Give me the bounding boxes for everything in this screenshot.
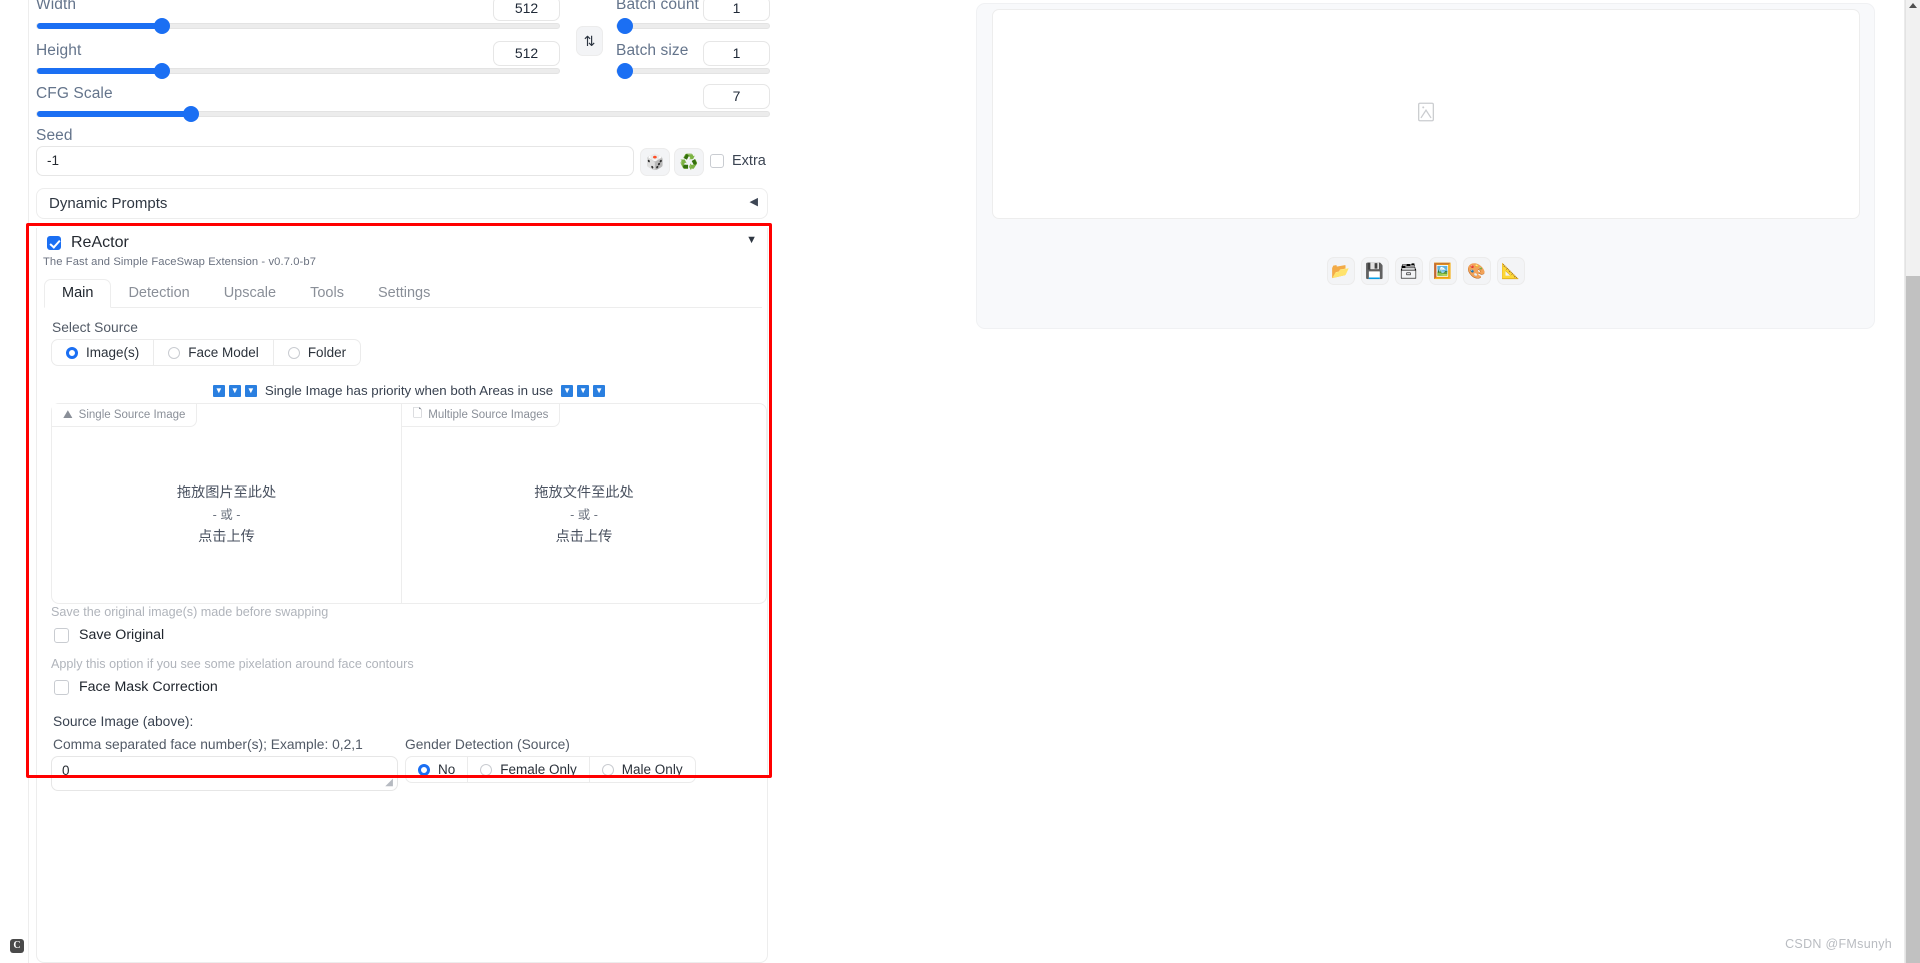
- output-preview-panel: 📂 💾 🗃 🖼️ 🎨 📐: [976, 3, 1875, 329]
- cfg-scale-knob[interactable]: [182, 106, 199, 122]
- corner-badge: C: [10, 939, 24, 953]
- scroll-up-arrow-icon[interactable]: [1909, 3, 1917, 8]
- batch-count-value-input[interactable]: 1: [703, 0, 770, 21]
- batch-count-label: Batch count: [616, 0, 699, 13]
- extra-checkbox-row[interactable]: Extra: [710, 153, 766, 169]
- package-icon: 🗃: [1398, 263, 1419, 280]
- watermark-text: CSDN @FMsunyh: [1785, 937, 1892, 951]
- zip-button[interactable]: 🗃: [1394, 257, 1423, 285]
- height-label: Height: [36, 42, 82, 59]
- height-slider-fill: [37, 68, 163, 74]
- cfg-scale-value-input[interactable]: 7: [703, 84, 770, 109]
- reuse-seed-button[interactable]: ♻️: [674, 148, 704, 176]
- cfg-scale-track[interactable]: [36, 106, 770, 122]
- send-to-img2img-button[interactable]: 🖼️: [1428, 257, 1457, 285]
- height-slider-track[interactable]: [36, 63, 560, 79]
- image-placeholder-icon: [1415, 101, 1437, 128]
- right-output-column: 📂 💾 🗃 🖼️ 🎨 📐: [955, 0, 1900, 963]
- output-image-gallery[interactable]: [992, 9, 1860, 219]
- seed-label: Seed: [36, 127, 73, 144]
- seed-input[interactable]: -1: [36, 146, 634, 176]
- resize-grip-icon[interactable]: ◢: [385, 777, 393, 788]
- batch-size-value-input[interactable]: 1: [703, 41, 770, 66]
- width-value-input[interactable]: 512: [493, 0, 560, 21]
- seed-block: Seed: [36, 127, 73, 145]
- chevron-left-icon[interactable]: ◀: [750, 195, 758, 208]
- send-to-extras-icon: 📐: [1501, 263, 1520, 280]
- cfg-scale-fill: [37, 111, 191, 117]
- output-toolbar: 📂 💾 🗃 🖼️ 🎨 📐: [977, 257, 1874, 285]
- height-slider-knob[interactable]: [154, 63, 171, 79]
- send-to-extras-button[interactable]: 📐: [1496, 257, 1525, 285]
- width-slider-track[interactable]: [36, 18, 560, 34]
- dice-icon: 🎲: [645, 154, 665, 171]
- save-floppy-icon: 💾: [1365, 263, 1384, 280]
- cfg-scale-block: CFG Scale: [36, 85, 776, 103]
- swap-dimensions-button[interactable]: ⇅: [576, 26, 603, 56]
- extra-checkbox[interactable]: [710, 154, 724, 168]
- batch-count-track[interactable]: [616, 18, 770, 34]
- save-button[interactable]: 💾: [1360, 257, 1389, 285]
- width-slider-knob[interactable]: [154, 18, 171, 34]
- left-parameters-column: Width 512 Height 512 CFG Scale 7 ⇅ Batch…: [0, 0, 955, 963]
- batch-count-knob[interactable]: [617, 18, 633, 34]
- swap-vertical-icon: ⇅: [583, 32, 596, 49]
- send-to-img2img-icon: 🖼️: [1433, 263, 1452, 280]
- scrollbar-thumb[interactable]: [1906, 276, 1920, 963]
- dynamic-prompts-title: Dynamic Prompts: [49, 195, 168, 212]
- extra-label: Extra: [732, 153, 766, 169]
- batch-size-knob[interactable]: [617, 63, 633, 79]
- batch-size-track[interactable]: [616, 63, 770, 79]
- width-slider-fill: [37, 23, 163, 29]
- open-folder-button[interactable]: 📂: [1326, 257, 1355, 285]
- send-to-inpaint-button[interactable]: 🎨: [1462, 257, 1491, 285]
- cfg-scale-label: CFG Scale: [36, 85, 113, 102]
- open-folder-icon: 📂: [1331, 263, 1350, 280]
- batch-size-label: Batch size: [616, 42, 689, 59]
- app-root: Width 512 Height 512 CFG Scale 7 ⇅ Batch…: [0, 0, 1920, 963]
- reactor-highlight-annotation: [26, 223, 772, 778]
- dynamic-prompts-accordion[interactable]: Dynamic Prompts ◀: [36, 188, 768, 219]
- recycle-icon: ♻️: [679, 154, 699, 171]
- width-label: Width: [36, 0, 77, 13]
- height-value-input[interactable]: 512: [493, 41, 560, 66]
- send-to-inpaint-icon: 🎨: [1467, 263, 1486, 280]
- vertical-scrollbar[interactable]: [1905, 0, 1920, 963]
- random-seed-button[interactable]: 🎲: [640, 148, 670, 176]
